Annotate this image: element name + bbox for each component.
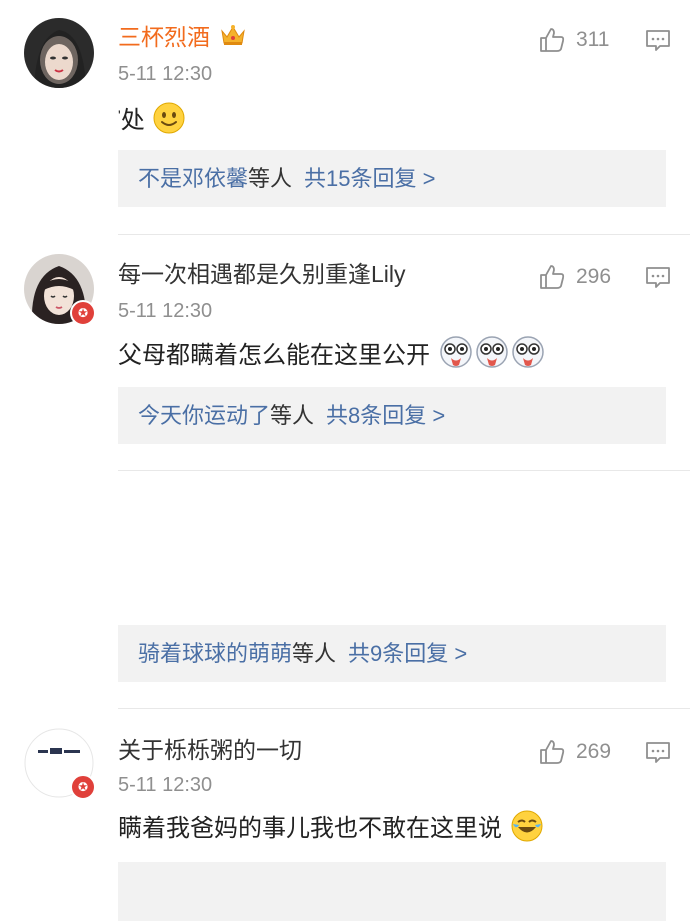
- laugh-cry-emoji: [511, 810, 543, 842]
- smile-emoji: [153, 102, 185, 134]
- thumbs-up-icon: [540, 265, 565, 289]
- verified-badge-icon: ✪: [70, 300, 96, 326]
- username[interactable]: 每一次相遇都是久别重逢Lily: [118, 259, 406, 289]
- reply-summary[interactable]: 骑着球球的萌萌等人 共9条回复 >: [118, 625, 666, 682]
- timestamp: 5-11 12:30: [118, 63, 213, 85]
- username[interactable]: 三杯烈酒: [118, 22, 246, 52]
- reply-summary[interactable]: 今天你运动了等人 共8条回复 >: [118, 387, 666, 444]
- avatar[interactable]: ✪: [24, 254, 96, 326]
- reply-summary-partial[interactable]: [118, 862, 666, 921]
- comment-icon[interactable]: [645, 741, 671, 765]
- reply-count-link[interactable]: 共9条回复 >: [348, 641, 467, 666]
- divider: [118, 470, 690, 471]
- reply-count-link[interactable]: 共8条回复 >: [326, 403, 445, 428]
- username[interactable]: 关于栎栎粥的一切: [118, 735, 302, 765]
- reply-author-link[interactable]: 骑着球球的萌萌: [138, 641, 292, 666]
- crown-icon: [221, 25, 246, 45]
- reply-author-link[interactable]: 今天你运动了: [138, 403, 270, 428]
- divider: [118, 708, 690, 709]
- comment-icon[interactable]: [645, 266, 671, 290]
- like-button[interactable]: 269: [538, 737, 611, 767]
- reply-count-link[interactable]: 共15条回复 >: [304, 166, 435, 191]
- comment-text: '处: [118, 98, 185, 138]
- thumbs-up-icon: [540, 28, 565, 52]
- ghost-emoji: [511, 336, 544, 368]
- ghost-emoji: [439, 336, 472, 368]
- avatar[interactable]: ✪: [24, 728, 96, 800]
- like-count: 269: [576, 740, 612, 763]
- reply-middle-text: 等人: [248, 166, 293, 191]
- divider: [118, 234, 690, 235]
- comment-icon[interactable]: [645, 29, 671, 53]
- timestamp: 5-11 12:30: [118, 300, 213, 322]
- like-button[interactable]: 296: [538, 262, 611, 292]
- reply-middle-text: 等人: [270, 403, 315, 428]
- like-button[interactable]: 311: [538, 25, 609, 55]
- reply-middle-text: 等人: [292, 641, 337, 666]
- comment-text: 瞒着我爸妈的事儿我也不敢在这里说: [118, 810, 543, 846]
- ghost-emoji: [475, 336, 508, 368]
- verified-badge-icon: ✪: [70, 774, 96, 800]
- thumbs-up-icon: [540, 740, 565, 764]
- comment-text: 父母都瞒着怎么能在这里公开: [118, 335, 545, 373]
- like-count: 311: [576, 28, 610, 51]
- like-count: 296: [576, 265, 612, 288]
- timestamp: 5-11 12:30: [118, 774, 213, 796]
- reply-summary[interactable]: 不是邓依馨等人 共15条回复 >: [118, 150, 666, 207]
- reply-author-link[interactable]: 不是邓依馨: [138, 166, 248, 191]
- avatar[interactable]: [24, 18, 94, 88]
